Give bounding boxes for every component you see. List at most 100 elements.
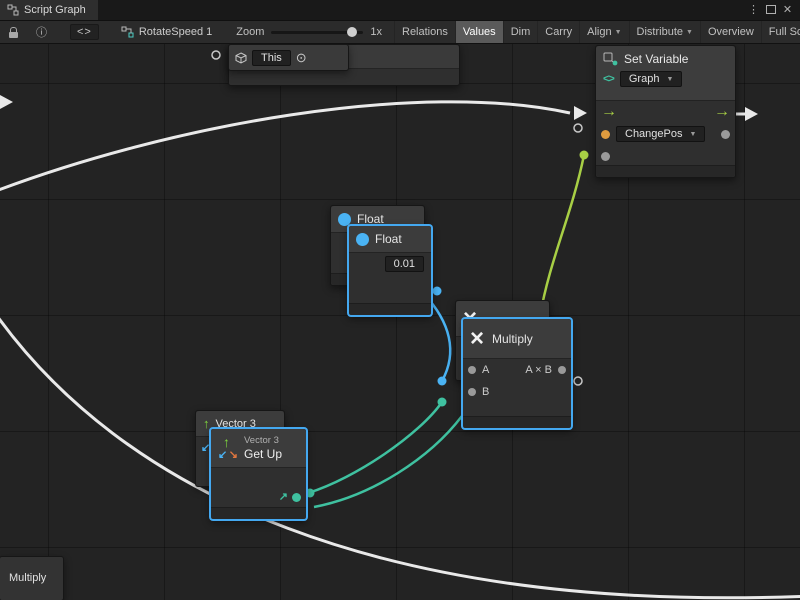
wire-endpoint-blue <box>438 377 447 386</box>
set-variable-node[interactable]: Set Variable <> Graph ▼ → → ChangePos ▼ <box>595 45 736 178</box>
chevron-down-icon: ▼ <box>690 131 697 138</box>
info-button[interactable]: ⓘ <box>27 21 56 43</box>
multiply-icon: × <box>470 327 484 351</box>
multiply-node[interactable]: × Multiply A A × B B <box>462 318 572 429</box>
float-value-input[interactable]: 0.01 <box>385 256 424 272</box>
align-dropdown[interactable]: Align▼ <box>579 20 628 44</box>
button-label: Full Screen <box>769 21 800 44</box>
zoom-value: 1x <box>370 26 382 38</box>
wire-endpoint-lime <box>580 151 589 160</box>
overview-button[interactable]: Overview <box>700 20 761 44</box>
graph-canvas[interactable]: Float × ↑ Vector 3 ↙ This ⊙ <box>0 44 800 600</box>
port-label-a: A <box>482 364 489 376</box>
flow-wire-bottom[interactable] <box>0 306 800 598</box>
dropdown-value: ChangePos <box>625 128 683 140</box>
graph-kind-icon: <> <box>603 73 614 85</box>
unconnected-port-circle[interactable] <box>212 51 220 59</box>
input-b-port[interactable] <box>468 388 476 396</box>
view-buttons: Relations Values Dim Carry Align▼ Distri… <box>394 20 800 44</box>
wire-endpoint-blue <box>433 287 442 296</box>
float-value: 0.01 <box>394 258 415 270</box>
cube-icon <box>235 52 247 64</box>
node-title: Float <box>375 232 402 246</box>
self-output-port[interactable]: ⊙ <box>296 50 307 66</box>
button-label: Distribute <box>637 21 683 44</box>
window-menu-button[interactable]: ⋮ <box>746 0 761 20</box>
values-button[interactable]: Values <box>455 20 503 44</box>
set-variable-icon <box>603 52 618 66</box>
float-node[interactable]: Float 0.01 <box>348 225 432 316</box>
value-input-port[interactable] <box>601 152 610 161</box>
this-value-pill[interactable]: This <box>252 50 291 66</box>
node-title: Multiply <box>492 332 533 346</box>
variable-name-dropdown[interactable]: ChangePos ▼ <box>616 126 705 142</box>
input-a-port[interactable] <box>468 366 476 374</box>
unconnected-port-circle[interactable] <box>574 377 582 385</box>
value-wire-getup-to-multiply[interactable] <box>308 402 442 493</box>
chevron-down-icon: ▼ <box>666 76 673 83</box>
down-right-arrow-icon: ↘ <box>229 450 238 461</box>
flow-arrowhead-right-edge <box>745 107 758 121</box>
tab-script-graph[interactable]: Script Graph <box>0 0 98 20</box>
get-up-node[interactable]: ↑ ↙ ↘ Vector 3 Get Up ↗ <box>210 428 307 520</box>
lock-button[interactable] <box>0 21 27 43</box>
relations-button[interactable]: Relations <box>394 20 455 44</box>
node-title: Get Up <box>244 447 282 461</box>
flow-output-port[interactable]: → <box>714 104 730 120</box>
lock-icon <box>9 27 18 38</box>
close-window-button[interactable]: ✕ <box>780 0 795 20</box>
flow-arrowhead-setvariable <box>574 106 587 120</box>
button-label: Carry <box>545 21 572 44</box>
restore-window-button[interactable] <box>763 0 778 20</box>
dim-button[interactable]: Dim <box>503 20 538 44</box>
up-arrow-icon: ↑ <box>203 417 210 430</box>
title-bar: Script Graph ⋮ ✕ <box>0 0 800 20</box>
zoom-control: Zoom 1x <box>236 26 382 38</box>
tab-label: Script Graph <box>24 4 86 16</box>
info-icon: ⓘ <box>36 24 47 40</box>
zoom-slider-handle[interactable] <box>347 27 357 37</box>
graph-name: RotateSpeed 1 <box>139 26 212 38</box>
distribute-dropdown[interactable]: Distribute▼ <box>629 20 700 44</box>
code-preview-button[interactable]: <> <box>70 24 99 40</box>
node-title: Set Variable <box>624 52 688 66</box>
node-header: × Multiply <box>463 319 571 359</box>
down-left-arrow-icon: ↙ <box>218 450 227 461</box>
float-icon <box>338 213 351 226</box>
node-header: Float <box>349 226 431 253</box>
zoom-label: Zoom <box>236 26 264 38</box>
vector-output-port[interactable] <box>292 493 301 502</box>
graph-breadcrumb[interactable]: RotateSpeed 1 <box>121 26 212 38</box>
node-title: Multiply <box>0 557 63 584</box>
graph-kind-dropdown[interactable]: Graph ▼ <box>620 71 683 87</box>
node-type-label: Vector 3 <box>244 435 282 446</box>
flow-input-port[interactable]: → <box>601 104 617 120</box>
vector3-icon: ↑ ↙ ↘ <box>218 435 238 461</box>
button-label: Overview <box>708 21 754 44</box>
output-value-port[interactable] <box>721 130 730 139</box>
float-icon <box>356 233 369 246</box>
value-wire-multiply-to-setvariable[interactable] <box>540 155 584 316</box>
variable-name-port[interactable] <box>601 130 610 139</box>
chevron-down-icon: ▼ <box>615 21 622 44</box>
node-header: Set Variable <> Graph ▼ <box>596 46 735 101</box>
down-left-arrow-icon: ↙ <box>201 443 210 454</box>
script-graph-icon <box>7 4 19 16</box>
output-port[interactable] <box>558 366 566 374</box>
port-label-output: A × B <box>525 364 552 376</box>
this-label: This <box>261 52 282 64</box>
button-label: Dim <box>511 21 531 44</box>
flow-wire-in[interactable] <box>0 102 570 194</box>
graph-asset-icon <box>121 26 134 38</box>
fullscreen-button[interactable]: Full Screen <box>761 20 800 44</box>
button-label: Relations <box>402 21 448 44</box>
zoom-slider[interactable] <box>271 31 363 34</box>
unconnected-port-circle[interactable] <box>574 124 582 132</box>
multiply-node-corner[interactable]: Multiply <box>0 556 64 600</box>
button-label: Values <box>463 21 496 44</box>
carry-button[interactable]: Carry <box>537 20 579 44</box>
restore-icon <box>766 5 776 14</box>
value-wire-getup-to-multiply-ghost[interactable] <box>314 416 462 507</box>
vector-output-icon: ↗ <box>279 492 288 503</box>
this-node[interactable]: This ⊙ <box>228 44 349 71</box>
